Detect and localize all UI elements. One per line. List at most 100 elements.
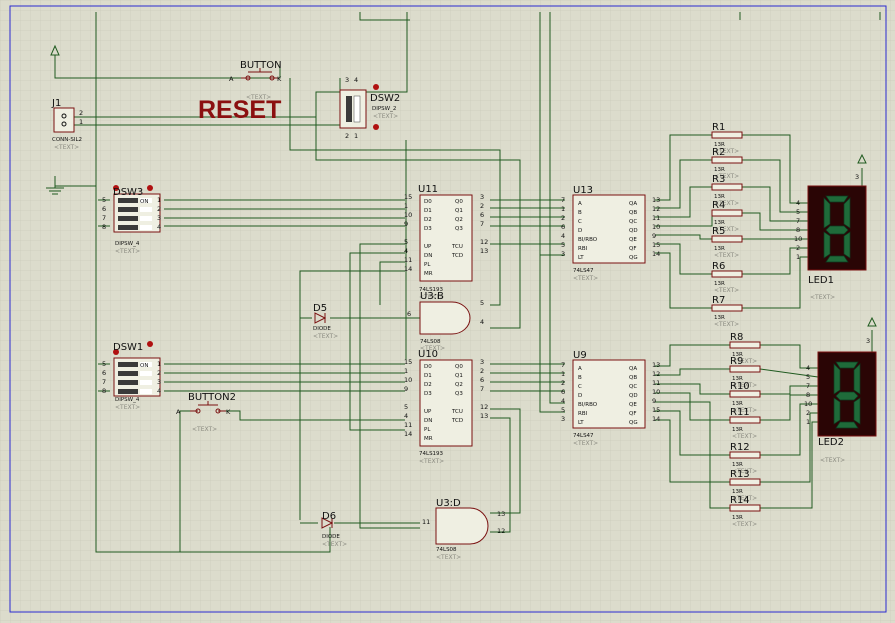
svg-text:13: 13 xyxy=(652,196,660,204)
dsw3-placeholder: <TEXT> xyxy=(115,248,140,255)
dsw2-pin: 1 xyxy=(354,132,358,140)
svg-text:D0: D0 xyxy=(424,199,432,205)
svg-text:2: 2 xyxy=(480,202,484,210)
svg-text:QF: QF xyxy=(629,411,637,417)
svg-text:A: A xyxy=(578,366,582,372)
d6-placeholder: <TEXT> xyxy=(322,541,347,548)
connector-ref: J1 xyxy=(51,98,61,109)
svg-text:15: 15 xyxy=(652,241,660,249)
u10-placeholder: <TEXT> xyxy=(419,458,444,465)
led1-common-pin: 3 xyxy=(855,173,859,181)
led1-pin: 10 xyxy=(794,235,802,243)
resistor-ref: R1 xyxy=(712,122,725,133)
svg-text:D: D xyxy=(578,228,582,234)
svg-text:D3: D3 xyxy=(424,226,432,232)
svg-text:PL: PL xyxy=(424,427,431,433)
svg-text:15: 15 xyxy=(652,406,660,414)
svg-text:15: 15 xyxy=(404,193,412,201)
svg-text:4: 4 xyxy=(404,412,408,420)
led1-pin: 8 xyxy=(796,226,800,234)
connector-pin: 2 xyxy=(79,109,83,117)
svg-text:1: 1 xyxy=(561,370,565,378)
dsw1-pin: 3 xyxy=(157,378,161,386)
resistor-ref: R3 xyxy=(712,174,725,185)
svg-text:TCU: TCU xyxy=(451,244,463,250)
svg-text:B: B xyxy=(578,210,582,216)
svg-text:UP: UP xyxy=(424,409,432,415)
dsw1-ref: DSW1 xyxy=(113,342,143,353)
u3d-placeholder: <TEXT> xyxy=(436,554,461,561)
svg-text:12: 12 xyxy=(480,403,488,411)
led1-pin: 2 xyxy=(796,244,800,252)
led2-pin: 5 xyxy=(806,373,810,381)
resistor-ref: R11 xyxy=(730,407,750,418)
led2-pin: 8 xyxy=(806,391,810,399)
svg-text:7: 7 xyxy=(561,196,565,204)
dsw1-placeholder: <TEXT> xyxy=(115,404,140,411)
svg-text:11: 11 xyxy=(404,256,412,264)
d6-value: DIODE xyxy=(322,534,340,540)
svg-text:QA: QA xyxy=(629,201,637,207)
svg-text:BI/RBO: BI/RBO xyxy=(578,402,598,408)
resistor-ref: R13 xyxy=(730,469,750,480)
u3d-pin: 11 xyxy=(422,518,430,526)
resistor-ref: R9 xyxy=(730,356,743,367)
resistor-ref: R6 xyxy=(712,261,725,272)
svg-text:5: 5 xyxy=(404,403,408,411)
u3b-pin: 5 xyxy=(480,299,484,307)
dsw2-value: DIPSW_2 xyxy=(372,106,396,112)
svg-text:3: 3 xyxy=(561,250,565,258)
svg-text:RBI: RBI xyxy=(578,246,588,252)
svg-text:QC: QC xyxy=(629,219,637,225)
svg-text:10: 10 xyxy=(404,376,412,384)
u9-value: 74LS47 xyxy=(573,433,594,439)
led2-pin: 7 xyxy=(806,382,810,390)
u9-placeholder: <TEXT> xyxy=(573,440,598,447)
resistor-ref: R12 xyxy=(730,442,750,453)
resistor-placeholder: <TEXT> xyxy=(714,287,739,294)
svg-text:D0: D0 xyxy=(424,364,432,370)
svg-text:4: 4 xyxy=(561,397,565,405)
resistor-placeholder: <TEXT> xyxy=(714,252,739,259)
resistor-ref: R14 xyxy=(730,495,750,506)
svg-text:11: 11 xyxy=(404,421,412,429)
u13-ref: U13 xyxy=(573,185,593,196)
svg-text:D2: D2 xyxy=(424,382,432,388)
dsw3-on: ON xyxy=(140,199,148,205)
button-placeholder: <TEXT> xyxy=(246,94,271,101)
button-ref: BUTTON xyxy=(240,60,282,71)
svg-text:DN: DN xyxy=(424,418,432,424)
dsw3-pin: 4 xyxy=(157,223,161,231)
svg-text:15: 15 xyxy=(404,358,412,366)
svg-text:14: 14 xyxy=(652,415,660,423)
svg-text:TCU: TCU xyxy=(451,409,463,415)
svg-text:9: 9 xyxy=(652,397,656,405)
led1-ref: LED1 xyxy=(808,275,834,286)
svg-text:Q0: Q0 xyxy=(455,199,463,205)
dsw1-pin: 7 xyxy=(102,378,106,386)
dsw1-value: DIPSW_4 xyxy=(115,397,140,403)
svg-text:QD: QD xyxy=(629,228,638,234)
svg-text:13: 13 xyxy=(652,361,660,369)
svg-text:10: 10 xyxy=(652,223,660,231)
svg-text:C: C xyxy=(578,219,582,225)
u10-value: 74LS193 xyxy=(419,451,444,457)
svg-text:C: C xyxy=(578,384,582,390)
svg-text:13: 13 xyxy=(480,247,488,255)
schematic-canvas[interactable]: RESET J1 2 1 CONN-SIL2 <TEXT> BUTTON A K… xyxy=(0,0,895,623)
svg-text:3: 3 xyxy=(480,358,484,366)
dsw2-ref: DSW2 xyxy=(370,93,400,104)
svg-text:12: 12 xyxy=(652,370,660,378)
led2-pin: 10 xyxy=(804,400,812,408)
svg-text:10: 10 xyxy=(404,211,412,219)
dsw3-pin: 6 xyxy=(102,205,106,213)
svg-text:14: 14 xyxy=(652,250,660,258)
dsw3-pin: 2 xyxy=(157,205,161,213)
svg-text:14: 14 xyxy=(404,265,412,273)
svg-text:1: 1 xyxy=(404,367,408,375)
resistor-ref: R4 xyxy=(712,200,725,211)
svg-text:6: 6 xyxy=(561,388,565,396)
svg-text:QB: QB xyxy=(629,375,637,381)
svg-text:6: 6 xyxy=(561,223,565,231)
resistor-ref: R5 xyxy=(712,226,725,237)
